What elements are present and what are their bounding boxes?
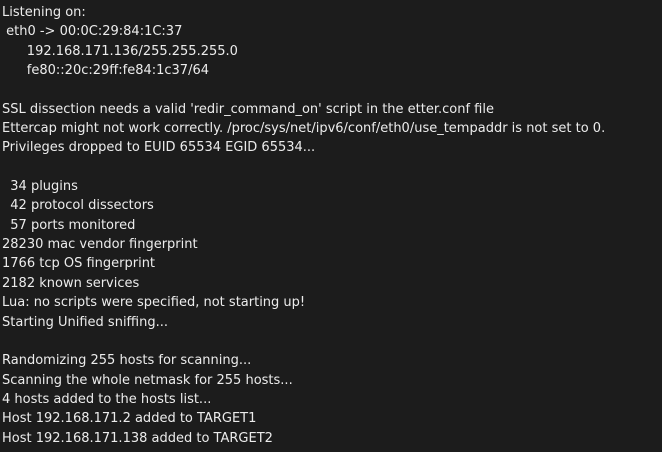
terminal-line: 1766 tcp OS fingerprint (2, 256, 156, 272)
terminal-line: 4 hosts added to the hosts list... (2, 391, 212, 407)
terminal-line: SSL dissection needs a valid 'redir_comm… (2, 101, 494, 117)
terminal-line: Listening on: (2, 5, 86, 20)
terminal-line: 42 protocol dissectors (2, 198, 154, 214)
terminal-line: Host 192.168.171.2 added to TARGET1 (2, 411, 257, 427)
terminal-line: Ettercap might not work correctly. /proc… (2, 121, 606, 137)
terminal-line: 57 ports monitored (2, 217, 136, 233)
terminal-line: Starting Unified sniffing... (2, 314, 169, 330)
terminal-output[interactable]: Listening on: eth0 -> 00:0C:29:84:1C:37 … (0, 0, 662, 452)
terminal-line: 2182 known services (2, 275, 140, 291)
terminal-line: 28230 mac vendor fingerprint (2, 237, 198, 253)
terminal-line: Randomizing 255 hosts for scanning... (2, 353, 252, 369)
terminal-line: Lua: no scripts were specified, not star… (2, 295, 306, 311)
terminal-line: Host 192.168.171.138 added to TARGET2 (2, 430, 273, 446)
terminal-line: eth0 -> 00:0C:29:84:1C:37 (2, 24, 183, 40)
terminal-line: fe80::20c:29ff:fe84:1c37/64 (2, 63, 209, 79)
terminal-line: 34 plugins (2, 179, 78, 195)
terminal-line: 192.168.171.136/255.255.255.0 (2, 43, 238, 59)
terminal-line: Privileges dropped to EUID 65534 EGID 65… (2, 140, 316, 156)
terminal-line: Scanning the whole netmask for 255 hosts… (2, 372, 293, 388)
